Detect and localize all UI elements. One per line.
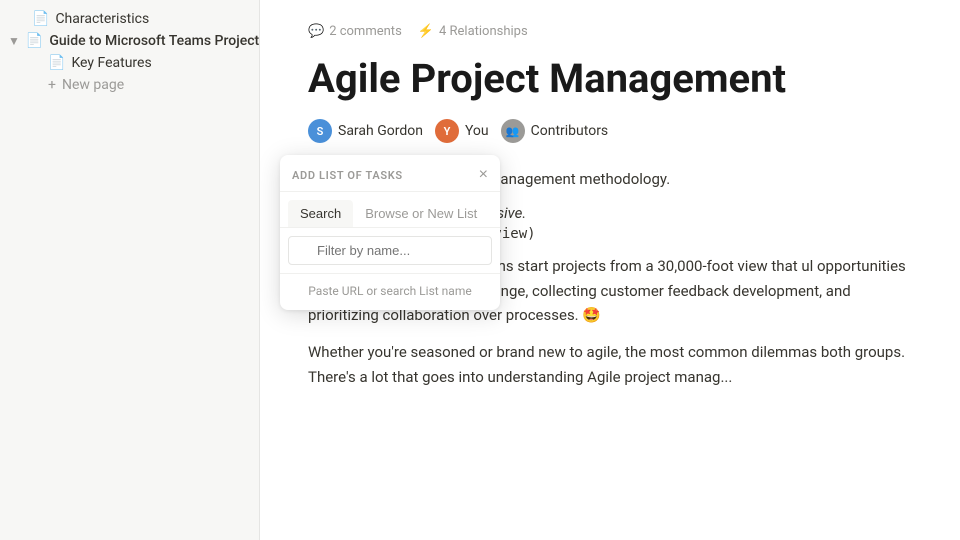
plus-icon: + <box>48 77 56 93</box>
relationships-count: 4 Relationships <box>439 24 528 39</box>
sidebar-item-label: Key Features <box>71 55 151 71</box>
contributor-contributors[interactable]: 👥 Contributors <box>501 119 609 143</box>
sidebar-item-label: Guide to Microsoft Teams Project... <box>49 33 259 49</box>
sidebar-item-label: New page <box>62 77 124 93</box>
relationships-icon: ⚡ <box>418 24 434 39</box>
modal-close-button[interactable]: × <box>479 167 488 183</box>
doc-icon: 📄 <box>48 55 65 71</box>
content-paragraph-3: Whether you're seasoned or brand new to … <box>308 340 912 390</box>
add-list-modal: ADD LIST OF TASKS × Search Browse or New… <box>280 155 500 310</box>
modal-search-section: 🔍 <box>280 228 500 274</box>
contributor-you[interactable]: Y You <box>435 119 489 143</box>
tab-browse[interactable]: Browse or New List <box>353 200 489 227</box>
comments-count: 2 comments <box>329 24 402 39</box>
contributors-row: S Sarah Gordon Y You 👥 Contributors <box>308 119 912 143</box>
avatar-you: Y <box>435 119 459 143</box>
doc-icon: 📄 <box>26 33 43 49</box>
sidebar-item-keyfeatures[interactable]: 📄 Key Features <box>0 52 259 74</box>
comments-meta[interactable]: 💬 2 comments <box>308 24 402 39</box>
sidebar-item-newpage[interactable]: + New page <box>0 74 259 96</box>
contributor-contributors-name: Contributors <box>531 123 609 139</box>
search-input-wrapper: 🔍 <box>288 236 492 265</box>
main-content: 💬 2 comments ⚡ 4 Relationships Agile Pro… <box>260 0 960 540</box>
doc-meta-bar: 💬 2 comments ⚡ 4 Relationships <box>308 24 912 39</box>
sidebar-item-label: Characteristics <box>55 11 149 27</box>
sidebar-item-characteristics[interactable]: 📄 Characteristics <box>0 8 259 30</box>
avatar-contributors: 👥 <box>501 119 525 143</box>
paste-hint: Paste URL or search List name <box>280 274 500 310</box>
contributor-you-name: You <box>465 123 489 139</box>
tab-search[interactable]: Search <box>288 200 353 227</box>
doc-icon: 📄 <box>32 11 49 27</box>
modal-title: ADD LIST OF TASKS <box>292 169 403 182</box>
sidebar: 📄 Characteristics ▼ 📄 Guide to Microsoft… <box>0 0 260 540</box>
avatar-sarah: S <box>308 119 332 143</box>
modal-header: ADD LIST OF TASKS × <box>280 155 500 192</box>
page-title: Agile Project Management <box>308 55 912 103</box>
modal-overlay: ADD LIST OF TASKS × Search Browse or New… <box>280 155 500 310</box>
contributor-sarah[interactable]: S Sarah Gordon <box>308 119 423 143</box>
modal-tabs: Search Browse or New List <box>280 192 500 228</box>
relationships-meta[interactable]: ⚡ 4 Relationships <box>418 24 528 39</box>
contributor-sarah-name: Sarah Gordon <box>338 123 423 139</box>
sidebar-item-guide[interactable]: ▼ 📄 Guide to Microsoft Teams Project... <box>0 30 259 52</box>
filter-input[interactable] <box>288 236 492 265</box>
comment-icon: 💬 <box>308 24 324 39</box>
collapse-arrow-icon: ▼ <box>8 34 20 48</box>
